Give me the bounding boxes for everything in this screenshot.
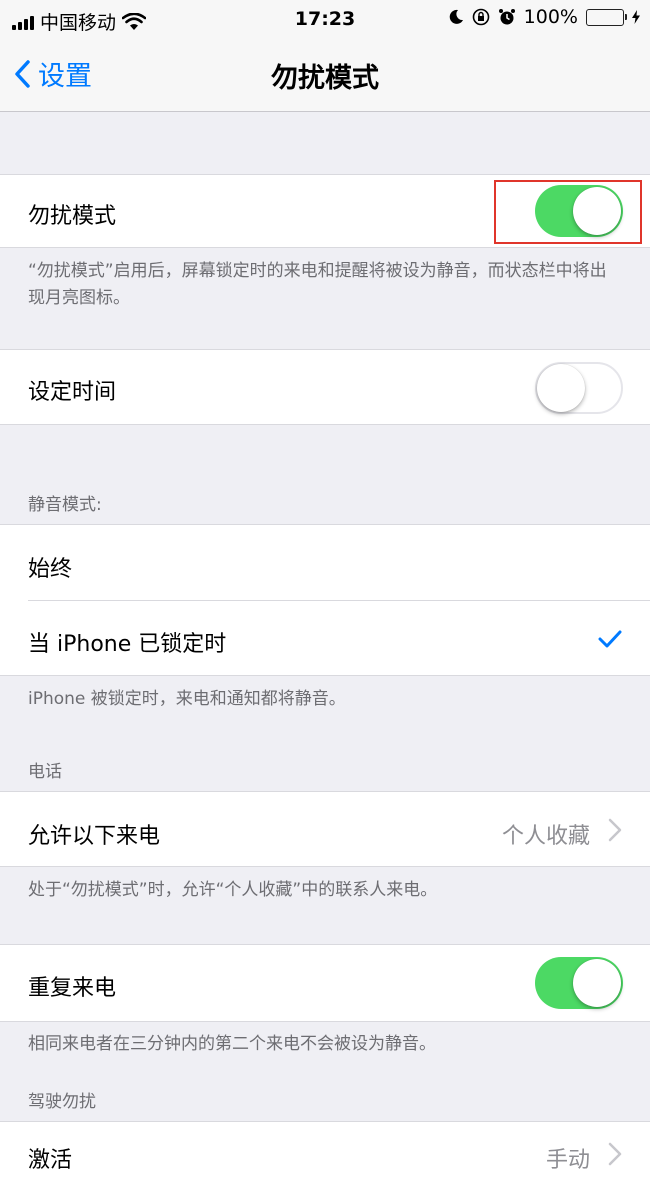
repeated-calls-toggle[interactable] [535,957,623,1009]
chevron-right-icon [608,818,622,842]
silence-header: 静音模式: [28,495,102,515]
page-title: 勿扰模式 [271,63,379,94]
alarm-icon [498,9,515,25]
checkmark-icon [598,630,622,648]
scheduled-row: 设定时间 [0,349,650,425]
repeated-calls-label: 重复来电 [28,976,117,1001]
highlight-box [494,180,642,244]
activate-value: 手动 [545,1148,590,1173]
driving-header: 驾驶勿扰 [28,1092,96,1112]
allow-calls-value: 个人收藏 [501,824,590,849]
repeated-calls-row: 重复来电 [0,944,650,1022]
silence-option-always[interactable]: 始终 [0,525,650,600]
navigation-bar: 设置 勿扰模式 [0,40,650,112]
chevron-right-icon [608,1142,622,1166]
allow-calls-footnote: 处于“勿扰模式”时，允许“个人收藏”中的联系人来电。 [28,880,438,900]
allow-calls-row[interactable]: 允许以下来电 个人收藏 [0,791,650,867]
dnd-footnote: “勿扰模式”启用后，屏幕锁定时的来电和提醒将被设为静音，而状态栏中将出现月亮图标… [28,261,607,308]
battery-icon [586,8,627,26]
dnd-label: 勿扰模式 [28,204,117,229]
silence-option-label: 当 iPhone 已锁定时 [28,632,227,657]
charging-bolt-icon [632,10,640,24]
silence-option-label: 始终 [28,557,73,582]
moon-icon [449,9,463,24]
allow-calls-label: 允许以下来电 [28,824,161,849]
battery-percentage: 100% [523,6,578,28]
status-bar: 中国移动 17:23 100% [0,0,650,40]
scheduled-label: 设定时间 [28,380,117,405]
status-right: 100% [448,6,640,28]
activate-label: 激活 [28,1148,73,1173]
repeated-calls-footnote: 相同来电者在三分钟内的第二个来电不会被设为静音。 [28,1034,436,1054]
orientation-lock-icon [472,8,489,26]
activate-row[interactable]: 激活 手动 [0,1121,650,1197]
scheduled-toggle[interactable] [535,362,623,414]
silence-option-locked[interactable]: 当 iPhone 已锁定时 [0,601,650,676]
phone-header: 电话 [28,762,62,782]
silence-footnote: iPhone 被锁定时，来电和通知都将静音。 [28,689,346,709]
silence-group: 始终 当 iPhone 已锁定时 [0,524,650,676]
